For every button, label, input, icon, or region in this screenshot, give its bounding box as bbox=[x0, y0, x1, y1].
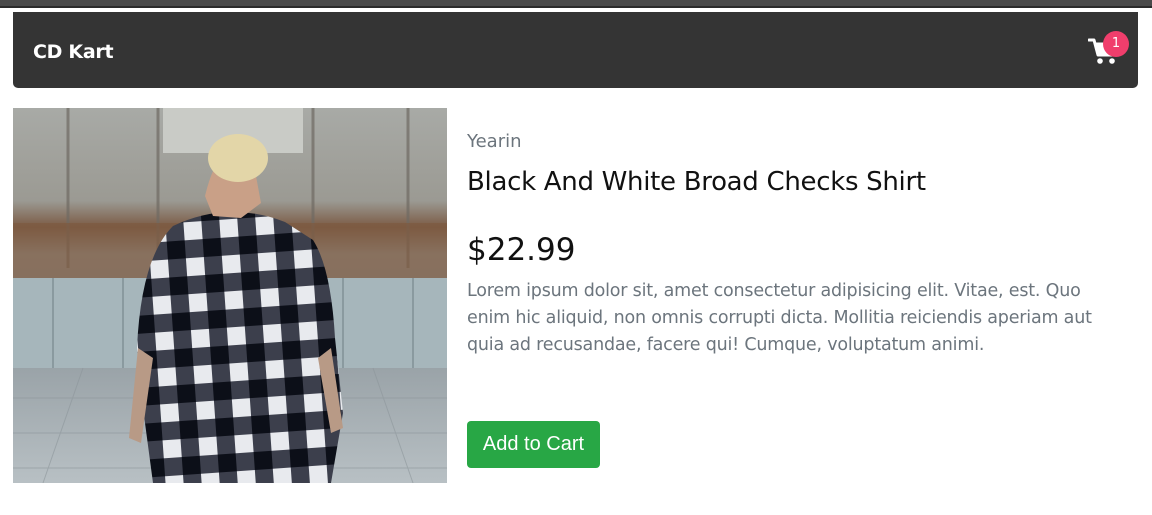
add-to-cart-button[interactable]: Add to Cart bbox=[467, 421, 600, 468]
product-title: Black And White Broad Checks Shirt bbox=[467, 167, 926, 197]
cart-button[interactable]: 1 bbox=[1086, 31, 1130, 67]
brand-logo-text[interactable]: CD Kart bbox=[33, 41, 114, 63]
product-description: Lorem ipsum dolor sit, amet consectetur … bbox=[467, 281, 1092, 355]
browser-top-strip bbox=[0, 0, 1152, 8]
cart-count-badge: 1 bbox=[1103, 31, 1129, 57]
product-price: $22.99 bbox=[467, 232, 576, 268]
navbar: CD Kart 1 bbox=[13, 12, 1138, 88]
product-brand: Yearin bbox=[467, 131, 522, 152]
product-image bbox=[13, 108, 447, 483]
